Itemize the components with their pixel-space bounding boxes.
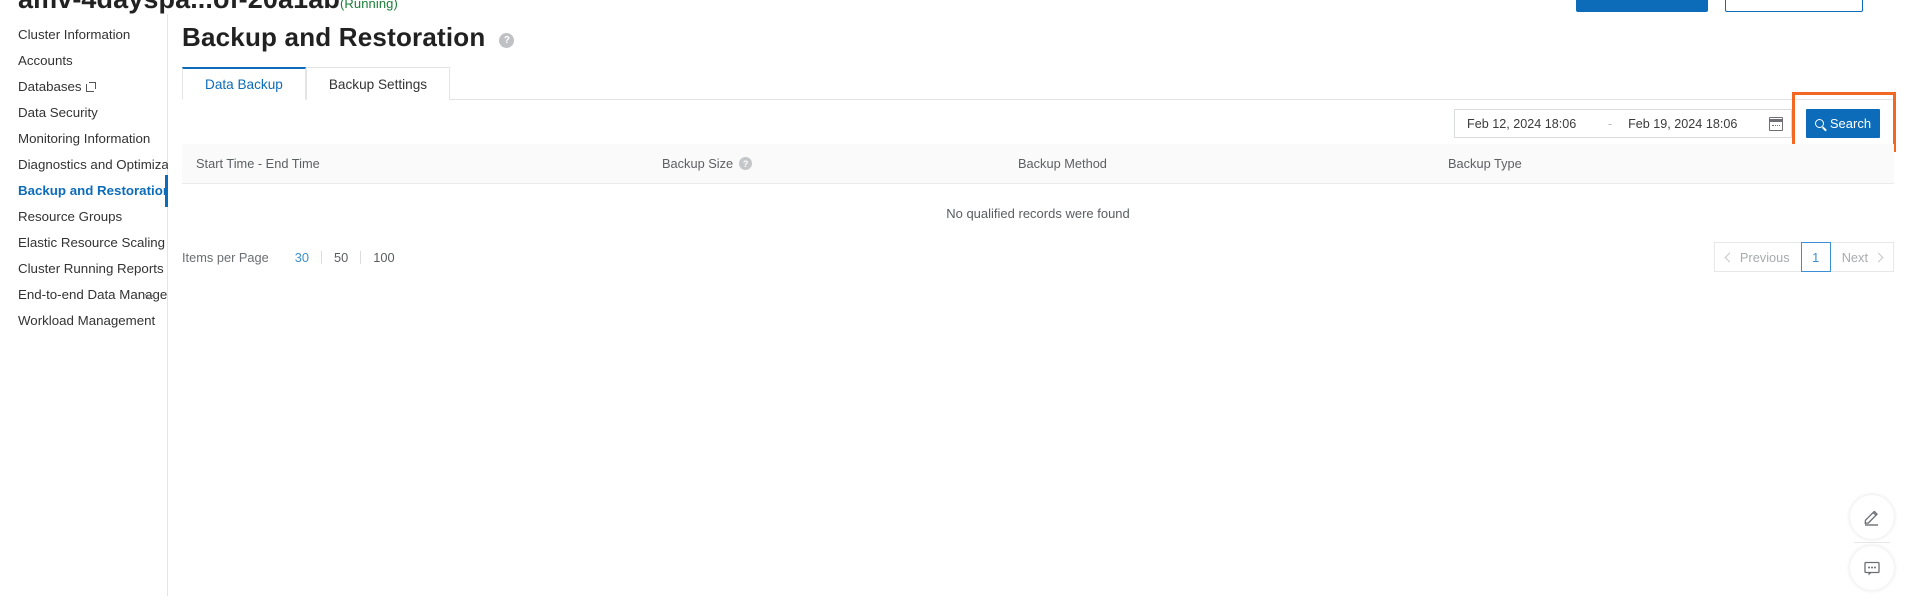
page-help-icon[interactable]: ? xyxy=(499,32,515,48)
pagination-next-button[interactable]: Next xyxy=(1830,242,1894,272)
feedback-chat-button[interactable] xyxy=(1850,546,1894,590)
pagination-previous-button[interactable]: Previous xyxy=(1713,242,1801,272)
pagination-previous-label: Previous xyxy=(1739,249,1790,265)
search-icon xyxy=(1814,119,1824,128)
calendar-icon[interactable] xyxy=(1768,116,1784,131)
feedback-chat-icon xyxy=(1864,561,1880,576)
search-button-wrapper: Search xyxy=(1792,92,1896,152)
edit-pencil-button[interactable] xyxy=(1850,495,1894,539)
sidebar-item-label: Cluster Information xyxy=(18,27,131,42)
sidebar-item-label: Backup and Restoration xyxy=(18,183,171,198)
sidebar-item-label: End-to-end Data Managem⋯ xyxy=(18,287,192,302)
header-primary-button[interactable] xyxy=(1576,0,1708,12)
edit-pencil-icon xyxy=(1864,510,1878,526)
sidebar-item-diagnostics-and-optimization[interactable]: Diagnostics and Optimization xyxy=(0,152,190,178)
column-header-backup-method: Backup Method xyxy=(1018,156,1107,171)
cluster-header-bar: amv-4dayspa...of-20a1ab(Running) xyxy=(0,0,1908,14)
chevron-left-icon xyxy=(1724,252,1735,262)
table-header-row: Start Time - End Time Backup Size ? Back… xyxy=(182,144,1894,184)
page-size-option-100[interactable]: 100 xyxy=(361,250,406,265)
date-range-separator: - xyxy=(1607,116,1613,131)
header-secondary-button[interactable] xyxy=(1725,0,1863,12)
items-per-page-label: Items per Page xyxy=(182,249,269,265)
items-per-page-options: 30 50 100 xyxy=(283,250,407,265)
search-button[interactable]: Search xyxy=(1806,109,1880,138)
main-content: Backup and Restoration ? Data Backup Bac… xyxy=(168,14,1908,596)
sidebar-item-label: Diagnostics and Optimization xyxy=(18,157,191,172)
backup-table: Start Time - End Time Backup Size ? Back… xyxy=(182,144,1894,242)
column-header-backup-type: Backup Type xyxy=(1448,156,1522,171)
page-header: Backup and Restoration ? xyxy=(182,22,515,53)
date-range-picker[interactable]: Feb 12, 2024 18:06 - Feb 19, 2024 18:06 xyxy=(1454,109,1792,138)
page-size-option-50[interactable]: 50 xyxy=(322,250,360,265)
tab-data-backup[interactable]: Data Backup xyxy=(182,67,306,100)
page-title: Backup and Restoration xyxy=(182,22,486,52)
pagination-next-label: Next xyxy=(1841,249,1868,265)
sidebar-item-label: Elastic Resource Scaling xyxy=(18,235,166,250)
page-root: amv-4dayspa...of-20a1ab(Running) Cluster… xyxy=(0,0,1908,596)
cluster-title: amv-4dayspa...of-20a1ab(Running) xyxy=(18,0,398,14)
sidebar-item-cluster-running-reports[interactable]: Cluster Running Reports xyxy=(0,256,167,282)
sidebar-item-label: Databases xyxy=(18,79,82,94)
sidebar-item-resource-groups[interactable]: Resource Groups xyxy=(0,204,167,230)
sidebar-item-label: Workload Management xyxy=(18,313,156,328)
sidebar-item-label: Accounts xyxy=(18,53,73,68)
sidebar-item-label: Cluster Running Reports xyxy=(18,261,164,276)
sidebar-nav: Cluster Information Accounts Databases D… xyxy=(0,14,192,596)
cluster-status-badge: (Running) xyxy=(339,0,398,11)
page-size-option-30[interactable]: 30 xyxy=(283,250,321,265)
table-footer: Items per Page 30 50 100 Previous 1 Next xyxy=(182,242,1894,272)
chevron-right-icon xyxy=(1873,252,1884,262)
sidebar-item-cluster-information[interactable]: Cluster Information xyxy=(0,22,167,48)
tab-bar: Data Backup Backup Settings xyxy=(182,67,1894,100)
tab-backup-settings[interactable]: Backup Settings xyxy=(305,67,451,100)
external-link-icon xyxy=(85,82,96,92)
column-header-backup-size-label: Backup Size xyxy=(662,156,734,171)
sidebar-item-databases[interactable]: Databases xyxy=(0,74,167,100)
filter-toolbar: Feb 12, 2024 18:06 - Feb 19, 2024 18:06 … xyxy=(1454,92,1896,152)
date-range-end: Feb 19, 2024 18:06 xyxy=(1628,116,1738,131)
pagination-page-1[interactable]: 1 xyxy=(1800,242,1831,272)
sidebar-item-backup-and-restoration[interactable]: Backup and Restoration xyxy=(0,175,171,207)
backup-size-help-icon[interactable]: ? xyxy=(739,157,753,170)
sidebar-item-elastic-resource-scaling[interactable]: Elastic Resource Scaling xyxy=(0,230,167,256)
sidebar-item-accounts[interactable]: Accounts xyxy=(0,48,167,74)
sidebar-item-data-security[interactable]: Data Security xyxy=(0,100,167,126)
column-header-start-end-time: Start Time - End Time xyxy=(196,156,320,171)
sidebar-item-label: Resource Groups xyxy=(18,209,123,224)
divider xyxy=(1854,542,1890,543)
pagination: Previous 1 Next xyxy=(1713,242,1894,272)
date-range-start: Feb 12, 2024 18:06 xyxy=(1467,116,1577,131)
sidebar-item-monitoring-information[interactable]: Monitoring Information xyxy=(0,126,167,152)
floating-action-stack xyxy=(1846,495,1898,590)
search-button-label: Search xyxy=(1829,116,1872,131)
column-header-backup-size: Backup Size ? xyxy=(662,156,1018,171)
sidebar-item-label: Data Security xyxy=(18,105,98,120)
sidebar-item-label: Monitoring Information xyxy=(18,131,151,146)
sidebar-item-end-to-end-data-management[interactable]: End-to-end Data Managem⋯ xyxy=(0,282,192,308)
sidebar-item-workload-management[interactable]: Workload Management xyxy=(0,308,167,334)
table-empty-state: No qualified records were found xyxy=(946,205,1130,221)
